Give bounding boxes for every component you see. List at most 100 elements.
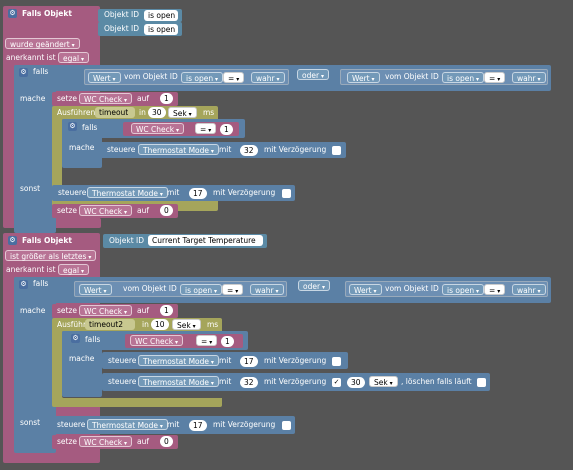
compare-value-dropdown[interactable]: wahr (251, 72, 285, 83)
compare-value-dropdown[interactable]: wahr (512, 284, 546, 295)
target-dropdown[interactable]: Thermostat Mode (138, 144, 219, 155)
falls-label: falls (82, 123, 98, 132)
sonst-label: sonst (20, 184, 41, 193)
number-input[interactable]: 32 (240, 145, 258, 156)
oid-dropdown[interactable]: is open (181, 72, 224, 83)
oid-dropdown[interactable]: is open (180, 284, 223, 295)
variable-dropdown[interactable]: WC Check (130, 335, 184, 346)
timeout-value-input[interactable]: 10 (151, 319, 169, 330)
clear-checkbox[interactable] (477, 378, 486, 387)
number-input[interactable]: 17 (189, 420, 207, 431)
oid-label: Objekt ID (109, 236, 145, 245)
delay-checkbox[interactable] (282, 421, 291, 430)
variable-dropdown[interactable]: WC Check (79, 205, 133, 216)
oid-dropdown[interactable]: is open (442, 284, 485, 295)
number-input[interactable]: 1 (160, 305, 173, 316)
number-input[interactable]: 17 (189, 188, 207, 199)
steuere-label: steuere (57, 420, 86, 429)
unit-dropdown[interactable]: Sek (168, 107, 197, 118)
operator-dropdown[interactable]: = (195, 123, 217, 134)
logic-dropdown[interactable]: oder (298, 280, 330, 291)
in-label: in (139, 108, 146, 117)
number-input[interactable]: 17 (240, 356, 258, 367)
ack-label: anerkannt ist (6, 265, 56, 274)
delay-label: mit Verzögerung (264, 377, 327, 386)
auf-label: auf (137, 206, 149, 215)
setze-label: setze (57, 206, 78, 215)
unit-dropdown[interactable]: Sek (172, 319, 201, 330)
number-input[interactable]: 1 (160, 93, 173, 104)
event-dropdown[interactable]: wurde geändert (5, 38, 80, 49)
variable-dropdown[interactable]: WC Check (79, 305, 133, 316)
timeout-name-input[interactable]: timeout (95, 107, 135, 118)
steuere-label: steuere (108, 356, 137, 365)
delay-label: mit Verzögerung (213, 188, 276, 197)
oid-dropdown[interactable]: is open (442, 72, 485, 83)
mit-label: mit (219, 356, 232, 365)
mit-label: mit (219, 145, 232, 154)
target-dropdown[interactable]: Thermostat Mode (87, 187, 168, 198)
target-dropdown[interactable]: Thermostat Mode (87, 419, 168, 430)
operator-dropdown[interactable]: = (223, 72, 245, 83)
ack-dropdown[interactable]: egal (58, 52, 89, 63)
of-label: vom Objekt ID (385, 284, 439, 293)
gear-icon[interactable]: ⚙ (8, 9, 17, 18)
steuere-label: steuere (108, 377, 137, 386)
variable-dropdown[interactable]: WC Check (79, 436, 133, 447)
delay-checkbox[interactable]: ✓ (332, 378, 341, 387)
gear-icon[interactable]: ⚙ (8, 236, 17, 245)
delay-value-input[interactable]: 30 (347, 377, 365, 388)
mache-label: mache (20, 306, 46, 315)
mit-label: mit (167, 420, 180, 429)
target-dropdown[interactable]: Thermostat Mode (138, 355, 219, 366)
number-input[interactable]: 0 (160, 436, 173, 447)
number-input[interactable]: 32 (240, 377, 258, 388)
delay-checkbox[interactable] (282, 189, 291, 198)
logic-dropdown[interactable]: oder (297, 69, 329, 80)
ms-label: ms (207, 320, 219, 329)
gear-icon[interactable]: ⚙ (19, 280, 28, 289)
number-input[interactable]: 1 (220, 124, 233, 135)
oid-input[interactable]: Current Target Temperature (148, 235, 263, 246)
number-input[interactable]: 1 (221, 336, 234, 347)
operator-dropdown[interactable]: = (222, 284, 244, 295)
timeout-name-input[interactable]: timeout2 (85, 319, 135, 330)
gear-icon[interactable]: ⚙ (71, 334, 80, 343)
oid-input[interactable]: is open (144, 10, 178, 21)
value-dropdown[interactable]: Wert (347, 72, 380, 83)
value-dropdown[interactable]: Wert (79, 284, 112, 295)
operator-dropdown[interactable]: = (484, 284, 506, 295)
value-dropdown[interactable]: Wert (349, 284, 382, 295)
delay-unit-dropdown[interactable]: Sek (369, 376, 398, 387)
delay-label: mit Verzögerung (264, 356, 327, 365)
delay-label: mit Verzögerung (264, 145, 327, 154)
mache-label: mache (20, 94, 46, 103)
oid-input[interactable]: is open (144, 24, 178, 35)
steuere-label: steuere (58, 188, 87, 197)
compare-value-dropdown[interactable]: wahr (250, 284, 284, 295)
of-label: vom Objekt ID (124, 72, 178, 81)
ack-dropdown[interactable]: egal (58, 264, 89, 275)
delay-checkbox[interactable] (332, 146, 341, 155)
clear-label: , löschen falls läuft (401, 377, 472, 386)
delay-label: mit Verzögerung (213, 420, 276, 429)
variable-dropdown[interactable]: WC Check (79, 93, 133, 104)
ack-label: anerkannt ist (6, 53, 56, 62)
compare-value-dropdown[interactable]: wahr (512, 72, 546, 83)
variable-dropdown[interactable]: WC Check (131, 123, 185, 134)
timeout-label: Ausführen (57, 108, 96, 117)
inner-if-bottom (62, 160, 102, 168)
gear-icon[interactable]: ⚙ (68, 122, 77, 131)
delay-checkbox[interactable] (332, 357, 341, 366)
value-dropdown[interactable]: Wert (88, 72, 121, 83)
of-label: vom Objekt ID (385, 72, 439, 81)
number-input[interactable]: 0 (160, 205, 173, 216)
operator-dropdown[interactable]: = (484, 72, 506, 83)
timeout-value-input[interactable]: 30 (148, 107, 166, 118)
gear-icon[interactable]: ⚙ (19, 68, 28, 77)
falls-label: falls (33, 279, 49, 288)
target-dropdown[interactable]: Thermostat Mode (138, 376, 219, 387)
event-dropdown[interactable]: ist größer als letztes (5, 250, 97, 261)
trigger-title: Falls Objekt (22, 9, 72, 18)
operator-dropdown[interactable]: = (196, 335, 218, 346)
